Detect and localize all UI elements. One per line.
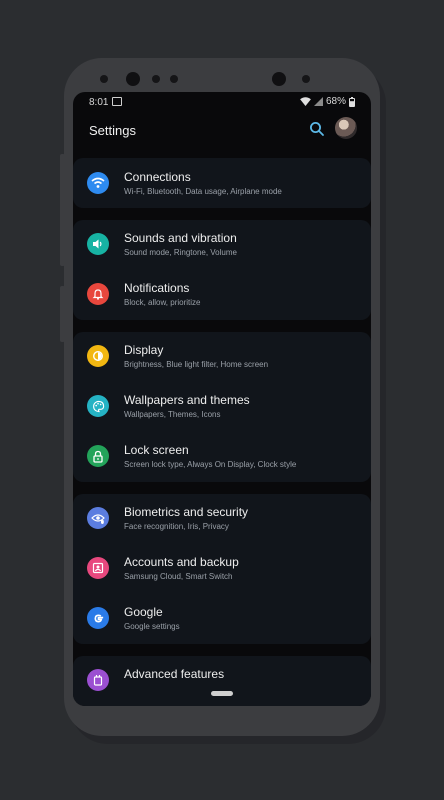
- wifi-icon: [87, 172, 109, 194]
- search-icon[interactable]: [309, 121, 325, 137]
- item-subtitle: Block, allow, prioritize: [124, 298, 201, 307]
- sensor-dot: [302, 75, 310, 83]
- item-subtitle: Wallpapers, Themes, Icons: [124, 410, 221, 419]
- iris-camera: [272, 72, 286, 86]
- item-subtitle: Wi-Fi, Bluetooth, Data usage, Airplane m…: [124, 187, 282, 196]
- item-title: Display: [124, 343, 164, 357]
- item-subtitle: Brightness, Blue light filter, Home scre…: [124, 360, 269, 369]
- cell-signal-icon: [313, 97, 323, 106]
- page-title: Settings: [89, 123, 136, 138]
- settings-group-alerts: Sounds and vibration Sound mode, Rington…: [73, 220, 371, 320]
- front-camera: [126, 72, 140, 86]
- item-title: Sounds and vibration: [124, 231, 237, 245]
- settings-group-security: Biometrics and security Face recognition…: [73, 494, 371, 644]
- palette-icon: [87, 395, 109, 417]
- sensor-dot: [100, 75, 108, 83]
- account-backup-icon: [87, 557, 109, 579]
- item-title: Advanced features: [124, 667, 225, 681]
- sun-icon: [87, 345, 109, 367]
- image-notification-icon: [112, 97, 122, 106]
- sensor-dot: [170, 75, 178, 83]
- settings-item-connections[interactable]: Connections Wi-Fi, Bluetooth, Data usage…: [73, 159, 371, 207]
- item-subtitle: Face recognition, Iris, Privacy: [124, 522, 229, 531]
- bell-icon: [87, 283, 109, 305]
- item-title: Connections: [124, 170, 191, 184]
- settings-item-accounts[interactable]: Accounts and backup Samsung Cloud, Smart…: [73, 544, 371, 592]
- settings-item-lock-screen[interactable]: Lock screen Screen lock type, Always On …: [73, 432, 371, 480]
- settings-item-sounds[interactable]: Sounds and vibration Sound mode, Rington…: [73, 220, 371, 268]
- speaker-icon: [87, 233, 109, 255]
- home-gesture-handle[interactable]: [211, 691, 233, 696]
- navigation-bar: [73, 682, 371, 706]
- item-subtitle: Google settings: [124, 622, 180, 631]
- item-title: Google: [124, 605, 163, 619]
- item-title: Accounts and backup: [124, 555, 239, 569]
- settings-item-biometrics[interactable]: Biometrics and security Face recognition…: [73, 494, 371, 542]
- screen: 8:01 68% Settings Connections Wi-Fi, Blu…: [73, 92, 371, 706]
- settings-item-notifications[interactable]: Notifications Block, allow, prioritize: [73, 270, 371, 318]
- eye-shield-icon: [87, 507, 109, 529]
- phone-top-bezel: [64, 68, 380, 90]
- settings-item-wallpapers[interactable]: Wallpapers and themes Wallpapers, Themes…: [73, 382, 371, 430]
- google-icon: [87, 607, 109, 629]
- item-subtitle: Sound mode, Ringtone, Volume: [124, 248, 237, 257]
- status-time: 8:01: [89, 97, 109, 108]
- app-bar: Settings: [73, 112, 371, 158]
- settings-group-display: Display Brightness, Blue light filter, H…: [73, 332, 371, 482]
- settings-item-google[interactable]: Google Google settings: [73, 594, 371, 642]
- item-subtitle: Samsung Cloud, Smart Switch: [124, 572, 233, 581]
- item-title: Lock screen: [124, 443, 189, 457]
- battery-icon: [349, 96, 355, 107]
- battery-percent: 68%: [325, 96, 346, 107]
- avatar[interactable]: [335, 117, 357, 139]
- lock-icon: [87, 445, 109, 467]
- item-title: Biometrics and security: [124, 505, 249, 519]
- wifi-signal-icon: [300, 97, 311, 106]
- settings-group-network: Connections Wi-Fi, Bluetooth, Data usage…: [73, 158, 371, 208]
- settings-item-display[interactable]: Display Brightness, Blue light filter, H…: [73, 332, 371, 380]
- sensor-dot: [152, 75, 160, 83]
- item-title: Wallpapers and themes: [124, 393, 250, 407]
- status-bar: 8:01 68%: [73, 92, 371, 112]
- item-subtitle: Screen lock type, Always On Display, Clo…: [124, 460, 297, 469]
- phone-frame: 8:01 68% Settings Connections Wi-Fi, Blu…: [64, 58, 380, 736]
- item-title: Notifications: [124, 281, 190, 295]
